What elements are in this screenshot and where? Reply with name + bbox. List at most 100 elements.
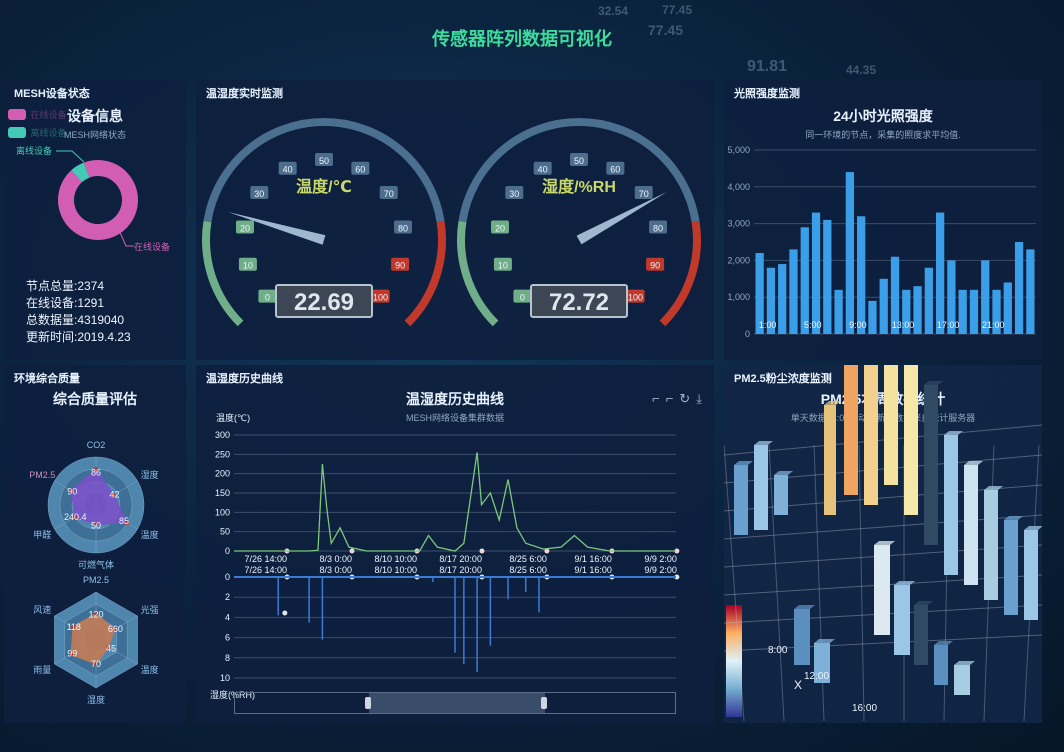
pm-bar <box>754 445 768 530</box>
hum-gauge-tick-label: 30 <box>509 189 519 199</box>
pm-bar <box>964 465 978 585</box>
light-bar-chart: 0 1,000 2,000 3,000 4,000 5,000 1:00 5:00 9:00 13… <box>727 145 1036 339</box>
hum-ytick: 6 <box>225 633 230 643</box>
label-offline: 离线设备 <box>16 145 52 156</box>
hum-ytick: 0 <box>225 572 230 582</box>
hum-gauge-tick-label: 10 <box>498 261 508 271</box>
temp-marker <box>479 548 485 554</box>
light-bar <box>1003 282 1012 334</box>
light-xtick: 1:00 <box>759 320 777 330</box>
datazoom-handle-right[interactable] <box>541 697 547 709</box>
x-tick-top: 9/1 16:00 <box>574 554 612 564</box>
light-bar <box>789 249 798 334</box>
quality-panel: 环境综合质量 综合质量评估 CO2 湿度 温度 可燃气体 甲醛 PM2.5 86 42 85 50… <box>4 365 186 723</box>
temp-line <box>234 452 676 552</box>
label-line-offline <box>56 150 85 163</box>
legend-label: 离线设备 <box>30 128 67 139</box>
radar2-axis-label: 光强 <box>141 604 159 615</box>
radar2-value-label: 120 <box>88 609 103 619</box>
hum-gauge-label: 湿度/%RH <box>541 177 616 196</box>
hum-gauge-tick-label: 60 <box>610 165 620 175</box>
x-tick-top: 9/9 2:00 <box>644 554 677 564</box>
temp-ytick: 100 <box>215 507 230 517</box>
datazoom-handle-left[interactable] <box>365 697 371 709</box>
datazoom-window[interactable] <box>369 693 545 713</box>
mesh-donut-chart: 离线设备 在线设备 <box>16 145 170 252</box>
hum-ytick: 10 <box>220 673 230 683</box>
radar1-axis-label: 温度 <box>141 529 159 540</box>
hum-gauge-tick-label: 50 <box>574 156 584 166</box>
pm-bar <box>884 365 898 485</box>
hum-gauge-tick-label: 0 <box>520 293 525 303</box>
hum-gauge-tick-label: 90 <box>650 261 660 271</box>
radar2-value-label: 118 <box>67 622 81 632</box>
light-bar <box>913 286 922 334</box>
page-title: 传感器阵列数据可视化 <box>432 29 612 49</box>
gauges-svg: 0 10 20 30 40 50 60 70 80 90 100 温度/℃ 22.69 0 10 20 30 40… <box>202 118 701 327</box>
pm-bar-top <box>944 431 963 435</box>
x-tick-bottom: 9/9 2:00 <box>644 565 677 575</box>
pm-bar-top <box>824 401 841 405</box>
stat-total-data: 总数据量:4319040 <box>26 313 125 327</box>
radar1-axis-label: 可燃气体 <box>78 559 114 570</box>
light-bar <box>868 300 877 334</box>
radar2-axis-label: 温度 <box>141 664 159 675</box>
hum-ytick: 4 <box>225 612 230 622</box>
radar1-axis-label: PM2.5 <box>29 470 55 480</box>
x-tick-top: 8/25 6:00 <box>509 554 547 564</box>
temp-ytick: 50 <box>220 527 230 537</box>
pm-bar <box>894 585 910 655</box>
hum-gauge-arc-mid <box>458 118 700 223</box>
temp-gauge-tick-label: 0 <box>265 293 270 303</box>
pm-bar-top <box>954 661 975 665</box>
light-xtick: 21:00 <box>982 320 1005 330</box>
donut-slice <box>58 160 138 240</box>
pm-bar <box>954 665 970 695</box>
stat-total-nodes: 节点总量:2374 <box>26 279 105 293</box>
axis-name-x: X <box>794 678 802 692</box>
light-bar <box>778 264 787 334</box>
temp-gauge-tick-label: 50 <box>319 156 329 166</box>
legend-swatch <box>8 109 26 121</box>
temp-gauge-arc-high <box>404 220 446 327</box>
temp-ytick: 250 <box>215 449 230 459</box>
axis-label-12: 12:00 <box>804 671 829 682</box>
pm-bar <box>924 385 938 545</box>
temp-ytick: 150 <box>215 488 230 498</box>
hum-gauge-tick-label: 100 <box>628 293 643 303</box>
pm-bar-top <box>1024 526 1042 530</box>
temp-gauge-value: 22.69 <box>294 289 354 316</box>
stat-online: 在线设备:1291 <box>26 296 105 310</box>
label-online: 在线设备 <box>134 241 170 252</box>
light-ytick: 5,000 <box>727 145 750 155</box>
pm-bar <box>774 475 788 515</box>
light-panel: 光照强度监测 24小时光照强度 同一环境的节点，采集的照度求平均值. 0 1,00… <box>724 80 1042 360</box>
light-xtick: 13:00 <box>892 320 915 330</box>
bg-number: 77.45 <box>662 3 693 17</box>
x-tick-bottom: 8/17 20:00 <box>439 565 482 575</box>
pm-bar <box>824 405 836 515</box>
x-tick-bottom: 8/3 0:00 <box>319 565 352 575</box>
datazoom-slider[interactable] <box>234 692 676 714</box>
radar2-value-label: 99 <box>67 649 77 659</box>
y1-axis-label: 温度(℃) <box>216 412 250 423</box>
temp-ytick: 200 <box>215 469 230 479</box>
bg-number: 44.35 <box>846 63 877 77</box>
pm-bar <box>914 605 928 665</box>
radar1-value-label: 42 <box>109 489 119 499</box>
pm-bar <box>934 645 948 685</box>
light-bar <box>958 289 967 334</box>
hum-gauge-arc-low <box>457 220 499 327</box>
legend-swatch <box>8 127 26 139</box>
pm-3d-bar-chart: 8:00 12:00 16:00 X <box>724 365 1042 722</box>
temp-gauge-tick-label: 80 <box>398 223 408 233</box>
temp-gauge-tick-label: 100 <box>373 293 388 303</box>
page-header: 传感器阵列数据可视化 32.54 77.45 77.45 91.81 44.35 <box>0 0 1064 77</box>
light-bar <box>935 212 945 334</box>
pm-bar <box>794 609 810 665</box>
legend-item-online[interactable]: 在线设备 <box>8 106 66 124</box>
light-bar <box>800 227 809 334</box>
temp-gauge-arc-mid <box>203 118 445 223</box>
radar2-axis-label: 雨量 <box>33 665 51 675</box>
hum-gauge-tick-label: 40 <box>538 165 548 175</box>
